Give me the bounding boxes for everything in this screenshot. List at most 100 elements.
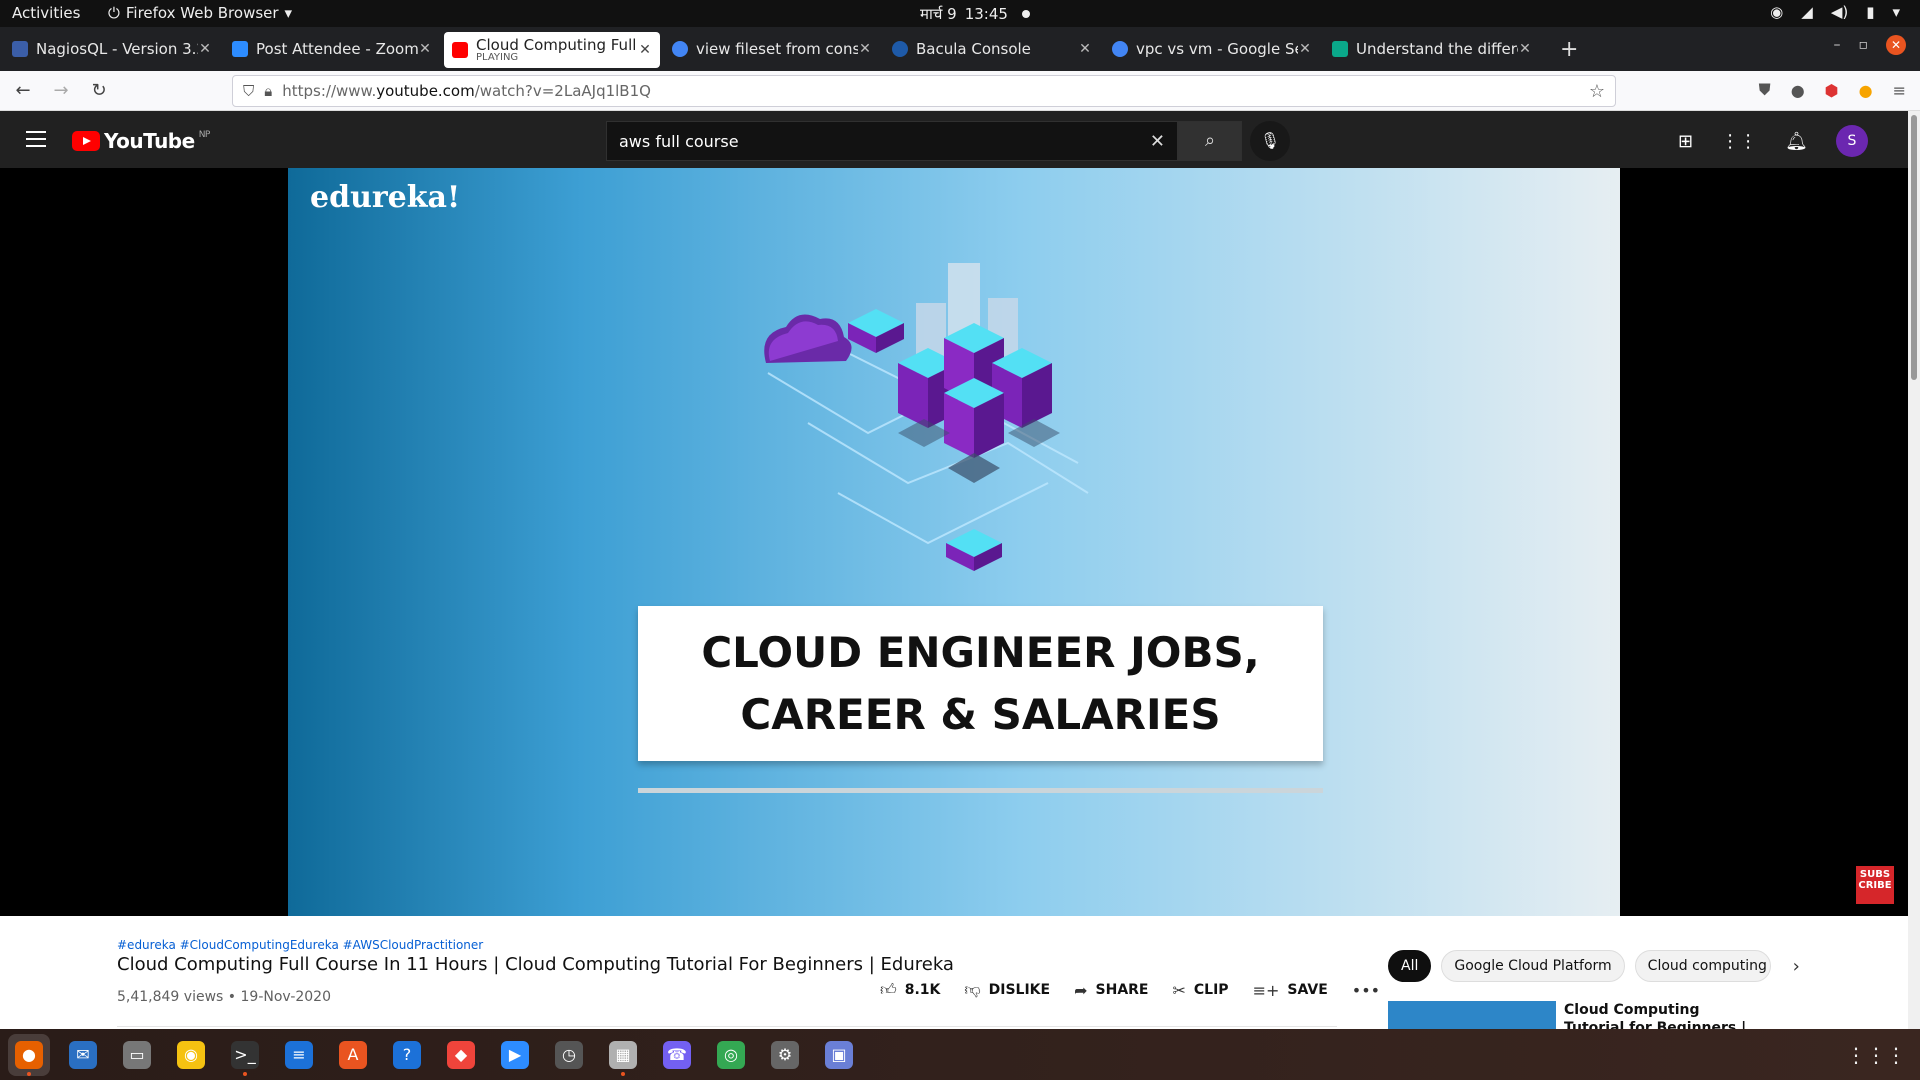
tab-youtube-active[interactable]: Cloud Computing Full Co PLAYING ✕ [444,32,660,68]
pocket-icon[interactable]: ⛊ [1759,80,1771,100]
dock-viber[interactable]: ☎ [656,1034,698,1076]
shield-icon: ⛉ [243,82,255,100]
dock-clock[interactable]: ◷ [548,1034,590,1076]
search-query: aws full course [619,131,739,151]
youtube-favicon-icon [452,42,468,58]
tab-nagiosql[interactable]: NagiosQL - Version 3.2.0 ✕ [4,31,220,67]
dock-terminal[interactable]: >_ [224,1034,266,1076]
youtube-logo[interactable]: YouTube NP [72,129,210,153]
reload-button[interactable]: ↻ [84,80,114,101]
more-actions-button[interactable]: ••• [1352,981,1380,1000]
save-label: SAVE [1287,982,1328,998]
dock-screen-app[interactable]: ▣ [818,1034,860,1076]
clock-time: 13:45 [964,5,1008,23]
extension-orange-icon[interactable]: ● [1859,81,1873,100]
notifications-bell-icon[interactable]: 🔔︎ [1785,131,1808,152]
subscribe-watermark[interactable]: SUBS CRIBE [1856,866,1894,904]
wordpress-favicon-icon [892,41,908,57]
tab-google-fileset[interactable]: view fileset from console ✕ [664,31,880,67]
tab-bacula[interactable]: Bacula Console ✕ [884,31,1100,67]
app-menu-label: Firefox Web Browser [125,4,279,22]
minimize-button[interactable]: – [1834,37,1841,53]
apps-grid-icon[interactable]: ⋮⋮ [1721,131,1757,152]
screenshot-icon: ▦ [609,1040,637,1069]
extension-s-icon[interactable]: ● [1791,81,1805,100]
show-applications-icon[interactable]: ⋮⋮⋮ [1846,1043,1906,1067]
dock-zoom[interactable]: ▶ [494,1034,536,1076]
close-icon[interactable]: ✕ [1298,41,1312,57]
close-icon[interactable]: ✕ [1518,41,1532,57]
close-icon[interactable]: ✕ [418,41,432,57]
youtube-header: YouTube NP aws full course ✕ ⌕ 🎙︎ ⊞ ⋮⋮ 🔔… [0,111,1920,168]
video-hashtags[interactable]: #edureka #CloudComputingEdureka #AWSClou… [117,938,483,952]
chip-google-cloud-platform[interactable]: Google Cloud Platform [1441,950,1625,982]
search-input[interactable]: aws full course ✕ [606,121,1178,161]
google-favicon-icon [672,41,688,57]
dock-files[interactable]: ▭ [116,1034,158,1076]
chip-cloud-computing[interactable]: Cloud computing [1634,950,1771,982]
activities-button[interactable]: Activities [12,4,80,22]
dock-software[interactable]: A [332,1034,374,1076]
system-tray[interactable]: ◉ ◢ ◀) ▮ ▾ [1770,3,1900,21]
bookmark-star-icon[interactable]: ☆ [1589,81,1605,102]
forward-button[interactable]: → [46,80,76,101]
adblock-icon[interactable]: ⬢ [1825,81,1839,100]
video-title-card: CLOUD ENGINEER JOBS, CAREER & SALARIES [638,606,1323,761]
dock-help[interactable]: ? [386,1034,428,1076]
close-icon[interactable]: ✕ [638,42,652,58]
tab-understand[interactable]: Understand the differenc ✕ [1324,31,1540,67]
create-video-icon[interactable]: ⊞ [1678,131,1693,152]
dock-rhythmbox[interactable]: ◉ [170,1034,212,1076]
tab-google-vpc[interactable]: vpc vs vm - Google Search ✕ [1104,31,1320,67]
clear-search-icon[interactable]: ✕ [1150,131,1165,152]
avatar[interactable]: S [1836,125,1868,157]
dislike-label: DISLIKE [988,982,1051,998]
toolbar-extensions: ⛊ ● ⬢ ● ≡ [1759,80,1906,100]
tab-zoom[interactable]: Post Attendee - Zoom ✕ [224,31,440,67]
video-actions: 👍︎ 8.1K 👎︎ DISLIKE ➦ SHARE ✂ CLIP ≡+ SAVE ••• [880,980,1380,1000]
clock[interactable]: मार्च 9 13:45 [920,4,1030,24]
dislike-button[interactable]: 👎︎ DISLIKE [964,980,1050,1000]
app-menu[interactable]: ⏻ Firefox Web Browser ▾ [108,4,292,22]
maximize-button[interactable]: ▫ [1859,37,1869,53]
like-button[interactable]: 👍︎ 8.1K [880,980,940,1000]
tab-title: NagiosQL - Version 3.2.0 [36,40,198,58]
new-tab-button[interactable]: + [1560,37,1578,62]
url-bar[interactable]: ⛉ 🔒︎ https://www. youtube.com/watch?v=2La… [232,75,1616,107]
dock-writer[interactable]: ≡ [278,1034,320,1076]
ubuntu-dock: ● ✉ ▭ ◉ >_ ≡ A? ◆ ▶ ◷ ▦ ☎ ◎ ⚙ ▣ ⋮⋮⋮ [0,1029,1920,1080]
dock-thunderbird[interactable]: ✉ [62,1034,104,1076]
dock-settings[interactable]: ⚙ [764,1034,806,1076]
details-divider [117,1026,1337,1027]
back-button[interactable]: ← [8,80,38,101]
chip-all[interactable]: All [1388,950,1432,982]
dock-screenshot[interactable]: ▦ [602,1034,644,1076]
scissors-icon: ✂ [1172,980,1186,1000]
voice-search-button[interactable]: 🎙︎ [1250,121,1290,161]
close-icon[interactable]: ✕ [198,41,212,57]
close-icon[interactable]: ✕ [1078,41,1092,57]
chevron-right-icon[interactable]: › [1793,956,1800,977]
dock-chrome[interactable]: ◎ [710,1034,752,1076]
guide-menu-icon[interactable] [26,131,46,152]
clip-label: CLIP [1193,982,1229,998]
dock-firefox[interactable]: ● [8,1033,50,1076]
clip-button[interactable]: ✂ CLIP [1173,981,1229,1000]
recommendation-title[interactable]: Cloud Computing Tutorial for Beginners |… [1564,1001,1764,1029]
page-scrollbar[interactable] [1908,111,1920,1029]
scrollbar-thumb[interactable] [1911,115,1917,380]
save-button[interactable]: ≡+ SAVE [1253,981,1328,1000]
recommendation-thumbnail[interactable] [1388,1001,1556,1029]
video-frame[interactable]: edureka! CLOUD ENGINEER JOBS, CAREER & S… [288,168,1620,916]
tab-title: vpc vs vm - Google Search [1136,40,1298,58]
search-button[interactable]: ⌕ [1178,121,1242,161]
url-host: youtube.com [376,82,475,100]
wifi-icon: ◢ [1801,3,1813,21]
window-close-button[interactable]: ✕ [1886,35,1906,55]
share-button[interactable]: ➦ SHARE [1074,981,1148,1000]
close-icon[interactable]: ✕ [858,41,872,57]
dock-anydesk[interactable]: ◆ [440,1034,482,1076]
menu-icon[interactable]: ≡ [1893,81,1906,100]
video-player[interactable]: edureka! CLOUD ENGINEER JOBS, CAREER & S… [0,168,1908,916]
window-controls: – ▫ ✕ [1834,35,1906,55]
